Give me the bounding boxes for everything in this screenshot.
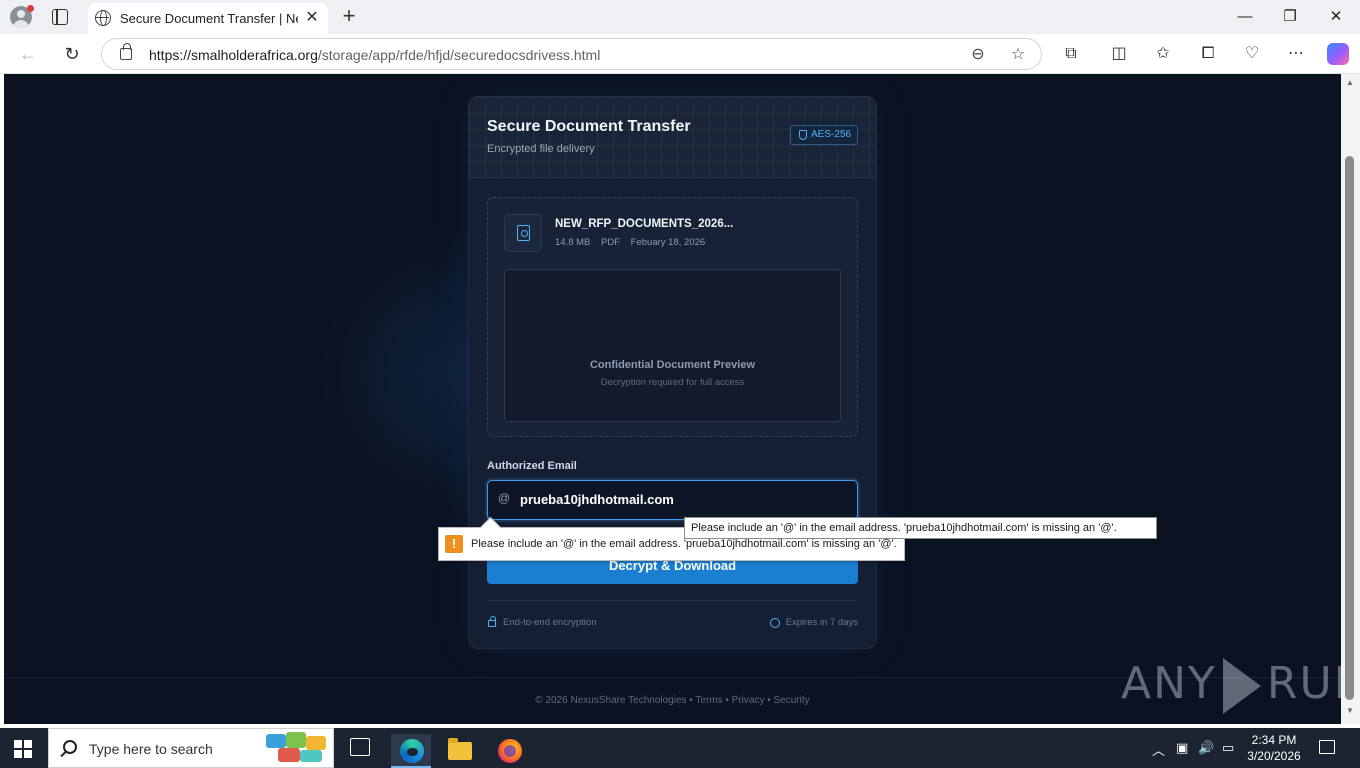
- transfer-card: Secure Document Transfer Encrypted file …: [468, 96, 877, 649]
- taskbar-edge[interactable]: [391, 734, 431, 768]
- email-input[interactable]: @ prueba10jhdhotmail.com: [487, 480, 858, 520]
- zoom-out-icon[interactable]: ⊖: [967, 44, 989, 66]
- taskbar-search-placeholder: Type here to search: [89, 741, 213, 757]
- browser-essentials-icon[interactable]: ♡: [1240, 43, 1264, 65]
- favorite-star-icon[interactable]: ☆: [1007, 44, 1029, 66]
- browser-tab-bar: Secure Document Transfer | NexusShare ✕ …: [0, 0, 1360, 34]
- site-info-lock-icon[interactable]: [120, 43, 132, 60]
- scroll-down-icon[interactable]: ▼: [1346, 706, 1354, 715]
- search-icon: [63, 740, 77, 754]
- scroll-up-icon[interactable]: ▲: [1346, 78, 1354, 87]
- anyrun-watermark: ANY RUN: [1121, 658, 1341, 714]
- window-restore-button[interactable]: ❐: [1270, 4, 1310, 30]
- watermark-right: RUN: [1266, 658, 1341, 709]
- url-host: https://smalholderafrica.org: [149, 47, 318, 63]
- card-header: Secure Document Transfer Encrypted file …: [469, 97, 876, 178]
- tray-network-icon[interactable]: ▭: [1222, 740, 1234, 756]
- card-subtitle: Encrypted file delivery: [487, 143, 595, 155]
- task-view-icon[interactable]: [350, 738, 370, 756]
- reload-button[interactable]: ↻: [59, 42, 85, 66]
- search-highlight-icon[interactable]: [266, 732, 328, 764]
- favorites-icon[interactable]: ✩: [1151, 43, 1175, 65]
- taskbar-clock[interactable]: 2:34 PM 3/20/2026: [1238, 732, 1310, 764]
- more-menu-icon[interactable]: ⋯: [1284, 43, 1308, 65]
- card-divider: [487, 600, 858, 601]
- extensions-icon[interactable]: ⧉: [1059, 43, 1083, 65]
- scroll-thumb[interactable]: [1345, 156, 1354, 700]
- address-bar[interactable]: https://smalholderafrica.org/storage/app…: [101, 38, 1042, 70]
- encryption-badge: AES-256: [790, 125, 858, 145]
- window-close-button[interactable]: ✕: [1316, 4, 1356, 30]
- preview-subtitle: Decryption required for full access: [600, 377, 745, 388]
- shield-icon: [799, 130, 807, 140]
- document-preview: Confidential Document Preview Decryption…: [504, 269, 841, 422]
- clock-time: 2:34 PM: [1251, 733, 1297, 747]
- tray-chevron-up-icon[interactable]: ︿: [1152, 740, 1165, 759]
- tray-meet-icon[interactable]: ▣: [1176, 740, 1188, 756]
- watermark-left: ANY: [1121, 658, 1217, 709]
- windows-taskbar: Type here to search ︿ ▣ 🔊 ▭ 2:34 PM 3/20…: [0, 728, 1360, 768]
- file-icon-container: [504, 214, 542, 252]
- taskbar-firefox[interactable]: [489, 734, 529, 768]
- document-file-icon: [517, 225, 530, 241]
- clock-icon: [769, 618, 780, 628]
- document-panel: NEW_RFP_DOCUMENTS_2026... 14.8 MB PDF Fe…: [487, 197, 858, 437]
- lock-icon: [488, 616, 496, 627]
- windows-start-icon[interactable]: [14, 740, 32, 758]
- notification-center-icon[interactable]: [1319, 740, 1335, 754]
- new-tab-button[interactable]: +: [338, 5, 360, 27]
- file-explorer-icon: [448, 738, 472, 760]
- page-viewport: Secure Document Transfer Encrypted file …: [4, 74, 1341, 724]
- tab-close-button[interactable]: ✕: [302, 8, 322, 28]
- play-icon: [1222, 658, 1261, 714]
- preview-title: Confidential Document Preview: [589, 359, 756, 371]
- tab-actions-icon[interactable]: [52, 9, 68, 25]
- expiry-note-text: Expires in 7 days: [785, 617, 858, 628]
- edge-browser-icon: [400, 739, 424, 763]
- file-name: NEW_RFP_DOCUMENTS_2026...: [555, 218, 734, 230]
- clock-date: 3/20/2026: [1247, 749, 1301, 763]
- encryption-note-text: End-to-end encryption: [503, 617, 597, 628]
- globe-icon: [95, 10, 111, 26]
- url-text[interactable]: https://smalholderafrica.org/storage/app…: [149, 47, 600, 63]
- file-size: 14.8 MB: [555, 237, 591, 248]
- firefox-icon: [498, 739, 522, 763]
- validation-message: Please include an '@' in the email addre…: [471, 538, 897, 550]
- tab-title: Secure Document Transfer | NexusShare: [120, 11, 298, 26]
- warning-icon: !: [445, 535, 463, 553]
- collections-icon[interactable]: ⧠: [1196, 43, 1220, 65]
- expiry-note: Expires in 7 days: [769, 617, 858, 628]
- at-sign-icon: @: [498, 491, 511, 505]
- profile-notification-dot: [27, 5, 34, 12]
- file-meta: 14.8 MB PDF Febuary 18, 2026: [555, 237, 713, 248]
- browser-tab-active[interactable]: Secure Document Transfer | NexusShare ✕: [88, 3, 328, 34]
- email-tooltip: Please include an '@' in the email addre…: [684, 517, 1157, 539]
- taskbar-file-explorer[interactable]: [439, 734, 479, 768]
- split-screen-icon[interactable]: ◫: [1107, 43, 1131, 65]
- window-minimize-button[interactable]: —: [1225, 4, 1265, 30]
- encryption-badge-label: AES-256: [811, 129, 852, 140]
- file-date: Febuary 18, 2026: [630, 237, 706, 248]
- url-path: /storage/app/rfde/hfjd/securedocsdrivess…: [317, 47, 601, 63]
- browser-toolbar: ← ↻ https://smalholderafrica.org/storage…: [0, 34, 1360, 74]
- copilot-icon[interactable]: [1327, 43, 1349, 65]
- encryption-note: End-to-end encryption: [487, 616, 597, 628]
- file-type: PDF: [601, 237, 621, 248]
- back-button[interactable]: ←: [15, 42, 41, 66]
- card-title: Secure Document Transfer: [487, 118, 691, 135]
- email-input-value[interactable]: prueba10jhdhotmail.com: [520, 492, 674, 507]
- tray-volume-icon[interactable]: 🔊: [1198, 740, 1214, 756]
- email-label: Authorized Email: [487, 460, 577, 472]
- page-scrollbar[interactable]: ▲ ▼: [1341, 74, 1360, 724]
